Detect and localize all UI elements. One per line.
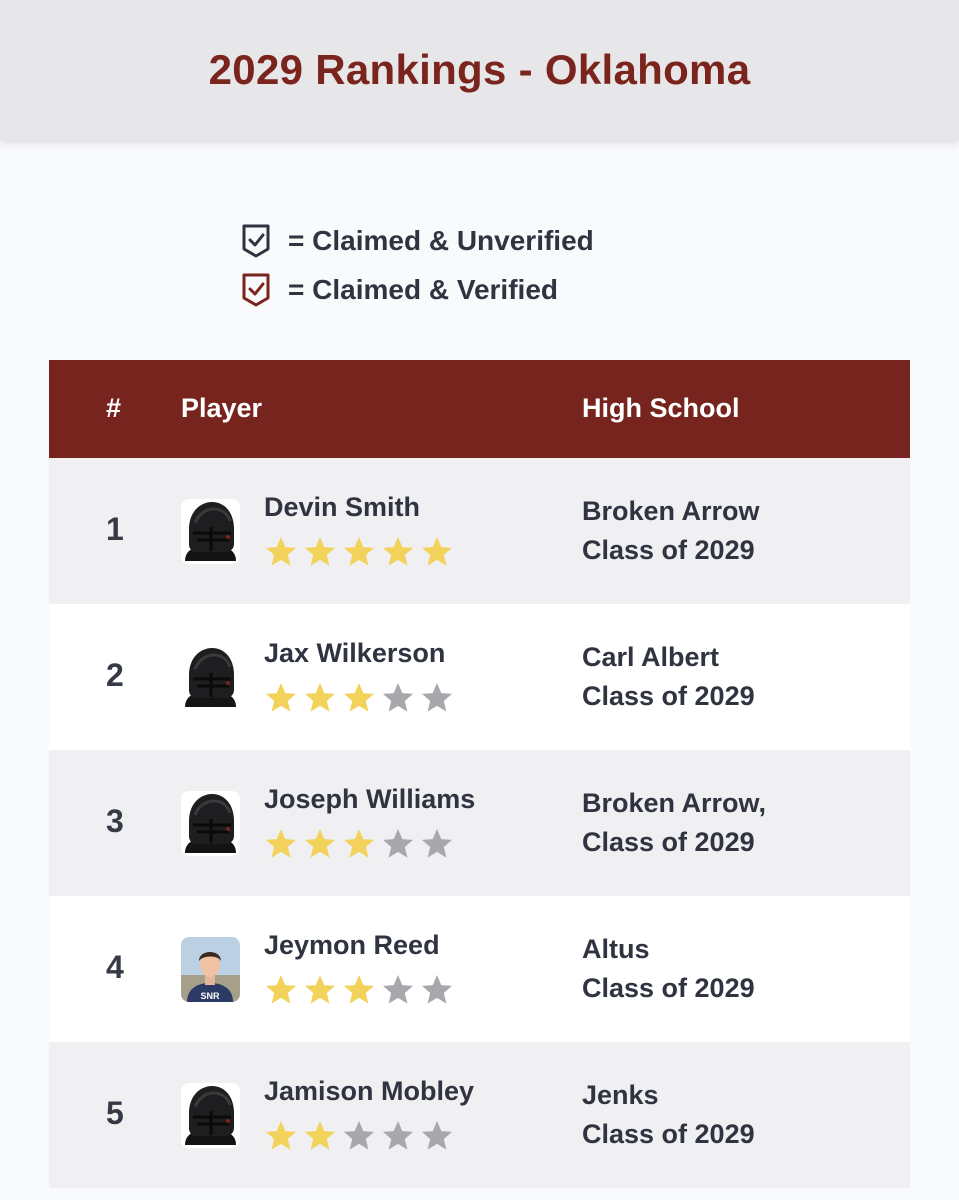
table-row[interactable]: 3 Joseph Williams Broken Arrow, Class of 20… (49, 750, 910, 896)
player-name[interactable]: Jamison Mobley (264, 1076, 474, 1107)
star-filled-icon (305, 1121, 335, 1150)
star-filled-icon (344, 829, 374, 858)
legend-verified-label: = Claimed & Verified (288, 273, 558, 305)
school-name: Jenks (582, 1080, 659, 1110)
star-filled-icon (344, 537, 374, 566)
helmet-icon (181, 1083, 240, 1148)
star-filled-icon (305, 683, 335, 712)
star-filled-icon (266, 1121, 296, 1150)
player-name[interactable]: Jeymon Reed (264, 930, 440, 961)
star-filled-icon (305, 537, 335, 566)
legend-verified: = Claimed & Verified (240, 265, 594, 314)
shield-check-icon (242, 224, 270, 257)
helmet-icon (181, 499, 240, 564)
star-empty-icon (383, 829, 413, 858)
rank-number: 4 (106, 949, 124, 985)
player-avatar[interactable] (181, 645, 240, 710)
star-rating (264, 1119, 459, 1153)
rank-number: 1 (106, 511, 124, 547)
star-empty-icon (422, 683, 452, 712)
header-rank: # (106, 393, 122, 423)
star-filled-icon (266, 975, 296, 1004)
svg-text:SNR: SNR (200, 991, 220, 1001)
star-empty-icon (383, 975, 413, 1004)
table-row[interactable]: 1 Devin Smith Broken Arrow Class of 2029 (49, 458, 910, 604)
star-filled-icon (266, 683, 296, 712)
page-title: 2029 Rankings - Oklahoma (208, 46, 751, 93)
school-info: Broken Arrow Class of 2029 (582, 492, 760, 570)
star-empty-icon (383, 683, 413, 712)
school-name: Broken Arrow (582, 496, 760, 526)
star-empty-icon (383, 1121, 413, 1150)
star-filled-icon (266, 537, 296, 566)
school-info: Carl Albert Class of 2029 (582, 638, 755, 716)
star-rating (264, 535, 459, 569)
star-filled-icon (344, 683, 374, 712)
legend-unverified: = Claimed & Unverified (240, 216, 594, 265)
school-name: Altus (582, 934, 650, 964)
legend: = Claimed & Unverified = Claimed & Verif… (240, 216, 594, 314)
star-filled-icon (383, 537, 413, 566)
player-name[interactable]: Devin Smith (264, 492, 420, 523)
star-rating (264, 681, 459, 715)
table-header: # Player High School (49, 360, 910, 458)
player-avatar[interactable]: SNR (181, 937, 240, 1002)
rankings-table: # Player High School 1 Devin Smith Broken … (49, 360, 910, 1188)
star-filled-icon (305, 975, 335, 1004)
school-info: Broken Arrow, Class of 2029 (582, 784, 766, 862)
rank-number: 2 (106, 657, 124, 693)
rank-number: 3 (106, 803, 124, 839)
table-row[interactable]: 5 Jamison Mobley Jenks Class of 2029 (49, 1042, 910, 1188)
player-photo-icon: SNR (181, 937, 240, 1002)
player-avatar[interactable] (181, 791, 240, 856)
star-filled-icon (344, 975, 374, 1004)
class-year: Class of 2029 (582, 681, 755, 711)
star-filled-icon (422, 537, 452, 566)
class-year: Class of 2029 (582, 827, 755, 857)
class-year: Class of 2029 (582, 535, 755, 565)
school-name: Broken Arrow, (582, 788, 767, 818)
helmet-icon (181, 791, 240, 856)
table-row[interactable]: 2 Jax Wilkerson Carl Albert Class of 2029 (49, 604, 910, 750)
header-player: Player (181, 393, 263, 423)
school-info: Altus Class of 2029 (582, 930, 755, 1008)
star-filled-icon (305, 829, 335, 858)
page-header: 2029 Rankings - Oklahoma (0, 0, 959, 140)
helmet-icon (181, 645, 240, 710)
school-info: Jenks Class of 2029 (582, 1076, 755, 1154)
player-name[interactable]: Jax Wilkerson (264, 638, 445, 669)
header-school: High School (582, 393, 740, 423)
school-name: Carl Albert (582, 642, 720, 672)
star-rating (264, 973, 459, 1007)
rank-number: 5 (106, 1095, 124, 1131)
legend-unverified-label: = Claimed & Unverified (288, 224, 594, 256)
star-filled-icon (266, 829, 296, 858)
star-empty-icon (344, 1121, 374, 1150)
star-empty-icon (422, 1121, 452, 1150)
shield-check-verified-icon (242, 273, 270, 306)
player-name[interactable]: Joseph Williams (264, 784, 475, 815)
table-row[interactable]: 4 SNR Jeymon Reed Altus Class of 2029 (49, 896, 910, 1042)
player-avatar[interactable] (181, 499, 240, 564)
class-year: Class of 2029 (582, 973, 755, 1003)
class-year: Class of 2029 (582, 1119, 755, 1149)
star-empty-icon (422, 975, 452, 1004)
player-avatar[interactable] (181, 1083, 240, 1148)
star-empty-icon (422, 829, 452, 858)
star-rating (264, 827, 459, 861)
